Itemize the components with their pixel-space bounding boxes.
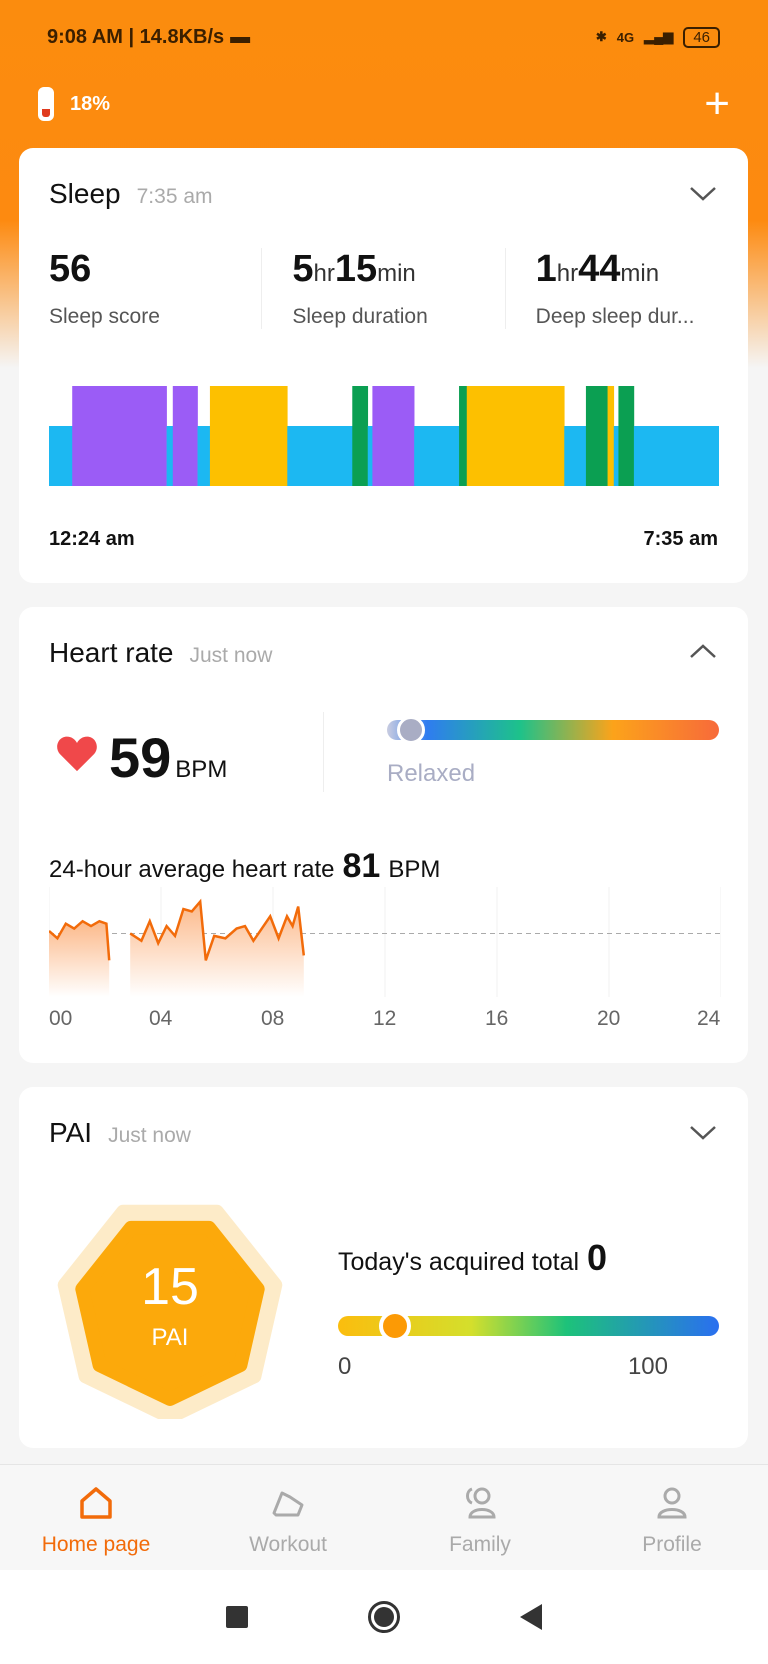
pai-progress-indicator	[379, 1310, 412, 1342]
plus-icon[interactable]: +	[704, 82, 730, 126]
pai-unit: PAI	[151, 1324, 189, 1351]
sleep-segment-awake	[352, 386, 369, 486]
x-tick-label: 08	[261, 1007, 285, 1030]
avg-hr-value: 81	[342, 847, 381, 885]
heart-rate-value: 59	[109, 726, 172, 789]
sleep-segment-awake	[459, 386, 468, 486]
heart-icon	[57, 736, 97, 772]
recents-button[interactable]	[226, 1606, 248, 1628]
home-icon	[80, 1487, 112, 1519]
x-tick-label: 00	[49, 1007, 73, 1030]
x-tick-label: 20	[597, 1007, 621, 1030]
profile-icon	[657, 1487, 687, 1519]
x-tick-label: 24	[697, 1007, 721, 1030]
sleep-segment-light	[197, 426, 211, 486]
signal-icon: ▂▄▆	[644, 29, 674, 44]
heart-zone-bar	[387, 720, 719, 740]
sleep-score: 56 Sleep score	[49, 248, 160, 328]
sleep-card[interactable]: Sleep 7:35 am 56 Sleep score 5hr15min Sleep…	[19, 148, 748, 583]
shoe-icon	[272, 1491, 304, 1517]
sleep-segment-light	[613, 426, 619, 486]
band-battery: 18%	[70, 92, 111, 115]
x-tick-label: 12	[373, 1007, 397, 1030]
chevron-down-icon[interactable]	[688, 1117, 718, 1147]
network-icon: 4G	[616, 29, 635, 45]
deep-sleep-duration: 1hr44min Deep sleep dur...	[504, 248, 748, 329]
sleep-segment-light	[414, 426, 460, 486]
bottom-nav: Home page Workout Family Profile	[0, 1464, 768, 1570]
card-time: 7:35 am	[136, 185, 213, 208]
band-icon[interactable]	[38, 87, 54, 121]
home-button[interactable]	[368, 1601, 400, 1633]
sleep-segment-light	[166, 426, 174, 486]
heart-rate-area	[130, 901, 304, 997]
back-button[interactable]	[520, 1604, 542, 1630]
bluetooth-icon: ✱	[595, 29, 607, 44]
sleep-segment-awake	[618, 386, 635, 486]
avg-hr-label: 24-hour average heart rate	[49, 856, 335, 883]
sleep-segment-light	[49, 426, 73, 486]
nav-home[interactable]: Home page	[0, 1465, 192, 1570]
x-tick-label: 16	[485, 1007, 509, 1030]
sleep-segment-rem	[607, 386, 615, 486]
chevron-down-icon[interactable]	[688, 178, 718, 208]
nav-family[interactable]: Family	[384, 1465, 576, 1570]
nav-workout[interactable]: Workout	[192, 1465, 384, 1570]
battery-icon: 46	[683, 26, 720, 48]
sleep-stage-chart	[49, 386, 719, 486]
heart-zone-indicator	[396, 716, 425, 744]
sleep-segment-light	[287, 426, 353, 486]
sleep-segment-deep	[372, 386, 415, 486]
sleep-segment-deep	[72, 386, 167, 486]
clock: 9:08 AM	[47, 25, 123, 48]
pai-value: 15	[141, 1258, 199, 1316]
sleep-end-time: 7:35 am	[643, 528, 719, 550]
nav-profile[interactable]: Profile	[576, 1465, 768, 1570]
avg-hr-unit: BPM	[388, 856, 441, 883]
message-icon: ▬	[230, 25, 251, 48]
sleep-duration: 5hr15min Sleep duration	[261, 248, 504, 329]
sleep-segment-rem	[209, 386, 288, 486]
card-time: Just now	[189, 644, 273, 667]
sleep-segment-deep	[172, 386, 198, 486]
heart-rate-area	[49, 921, 110, 997]
card-title: Heart rate	[49, 637, 174, 668]
heart-zone-label: Relaxed	[387, 760, 476, 787]
sleep-segment-light	[367, 426, 373, 486]
x-tick-label: 04	[149, 1007, 173, 1030]
heart-rate-chart	[49, 887, 721, 997]
chevron-up-icon[interactable]	[688, 637, 718, 667]
sleep-segment-light	[564, 426, 587, 486]
heart-rate-unit: BPM	[175, 756, 228, 783]
pai-card[interactable]: PAI Just now 15 PAI Today's acquired tota…	[19, 1087, 748, 1448]
sleep-segment-light	[633, 426, 719, 486]
card-title: PAI	[49, 1117, 93, 1148]
today-pai-label: Today's acquired total	[338, 1248, 580, 1276]
net-speed: 14.8KB/s	[139, 25, 225, 48]
today-pai-value: 0	[587, 1237, 608, 1278]
sleep-segment-awake	[585, 386, 608, 486]
pai-min: 0	[338, 1353, 352, 1380]
pai-max: 100	[627, 1353, 668, 1380]
sleep-start-time: 12:24 am	[49, 528, 135, 550]
card-title: Sleep	[49, 178, 121, 209]
system-nav	[0, 1570, 768, 1664]
card-time: Just now	[108, 1124, 191, 1147]
sleep-segment-rem	[466, 386, 565, 486]
status-bar: 9:08 AM | 14.8KB/s ▬ ✱ 4G ▂▄▆ 46	[47, 22, 720, 52]
heart-rate-card[interactable]: Heart rate Just now 59 BPM Relaxed 24-hour…	[19, 607, 748, 1063]
family-icon	[466, 1487, 496, 1519]
